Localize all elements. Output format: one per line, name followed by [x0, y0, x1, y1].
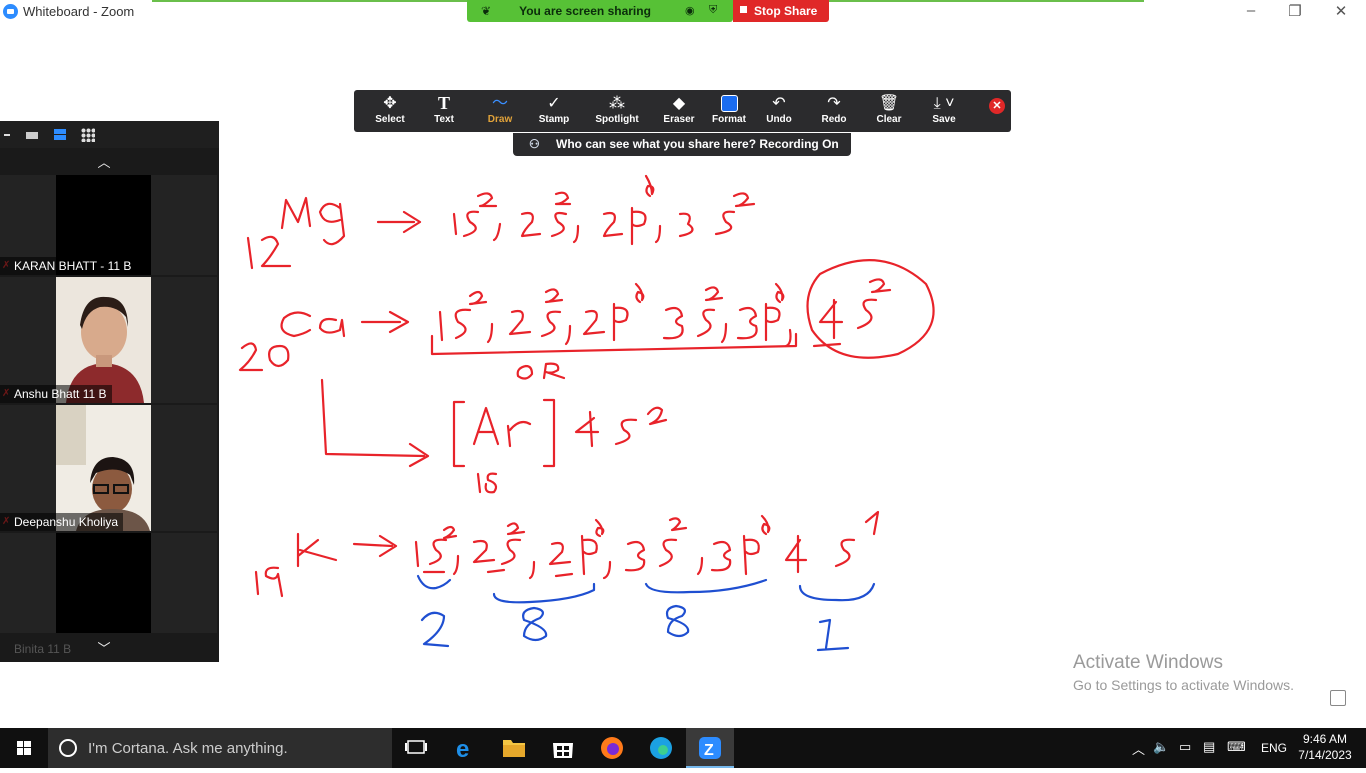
activate-windows-watermark: Activate Windows Go to Settings to activ… [1073, 652, 1294, 693]
text-icon: T [437, 93, 450, 113]
tool-label: Format [712, 114, 746, 125]
keyboard-icon[interactable]: ⌨ [1227, 739, 1246, 755]
edge-legacy-icon[interactable]: e [441, 728, 489, 768]
sharing-status-text: You are screen sharing [519, 4, 651, 18]
cortana-search-box[interactable]: I'm Cortana. Ask me anything. [48, 728, 392, 768]
draw-icon: 〜 [491, 95, 508, 112]
tool-stamp[interactable]: ✓ Stamp [526, 94, 582, 130]
task-view-icon[interactable] [392, 728, 440, 768]
clock-date: 7/14/2023 [1298, 748, 1352, 762]
screen-sharing-banner[interactable]: ❦ You are screen sharing ◉ ⛨ [467, 0, 733, 22]
tool-format[interactable]: Format [701, 94, 757, 130]
watermark-subtitle: Go to Settings to activate Windows. [1073, 677, 1294, 693]
participant-name-partial: Binita 11 B [14, 642, 72, 656]
tool-label: Save [932, 114, 956, 125]
tool-redo[interactable]: ↷ Redo [806, 94, 862, 130]
stop-icon [740, 6, 747, 13]
battery-icon[interactable]: ▭ [1179, 739, 1191, 755]
clock-time: 9:46 AM [1302, 732, 1348, 746]
start-button[interactable] [0, 728, 48, 768]
participant-tile[interactable]: ✗ Deepanshu Kholiya [0, 405, 217, 531]
svg-text:e: e [456, 736, 469, 763]
file-explorer-icon[interactable] [490, 728, 538, 768]
gallery-footer: Binita 11 B ﹀ [0, 633, 217, 661]
tool-draw[interactable]: 〜 Draw [472, 94, 528, 130]
participant-name: Deepanshu Kholiya [0, 513, 124, 531]
undo-icon: ↶ [772, 95, 786, 112]
minimize-view-icon[interactable] [4, 134, 10, 136]
blue-ink [416, 574, 876, 652]
clock[interactable]: 9:46 AM 7/14/2023 [1292, 731, 1358, 763]
zoom-app-icon [3, 4, 18, 19]
stop-share-button[interactable]: Stop Share [733, 0, 829, 22]
language-indicator[interactable]: ENG [1261, 741, 1287, 755]
red-ink [238, 174, 935, 598]
tool-label: Eraser [663, 114, 695, 125]
cortana-icon [59, 739, 77, 757]
format-icon [701, 94, 757, 113]
people-icon: ⚇ [529, 137, 540, 151]
tool-spotlight[interactable]: ⁂ Spotlight [589, 94, 645, 130]
gallery-view-icon[interactable] [81, 128, 95, 142]
minimize-icon[interactable]: – [1236, 2, 1266, 19]
tool-select[interactable]: ✥ Select [362, 94, 418, 130]
svg-text:Z: Z [704, 742, 714, 759]
strip-view-icon[interactable] [54, 129, 66, 140]
participant-tile[interactable] [0, 533, 217, 633]
chevron-down-icon[interactable]: ﹀ [94, 638, 114, 656]
participant-gallery: ︿ ✗ KARAN BHATT - 11 B ✗ Anshu Bhatt 11 … [0, 121, 219, 662]
firefox-icon[interactable] [588, 728, 636, 768]
annotation-toolbar: ✥ Select T Text 〜 Draw ✓ Stamp ⁂ Spotlig… [354, 90, 1011, 132]
close-toolbar-icon[interactable]: ✕ [989, 98, 1005, 114]
restore-icon[interactable]: ❐ [1280, 2, 1310, 20]
windows-taskbar: I'm Cortana. Ask me anything. e Z ︿ 🔈 ▭ … [0, 728, 1366, 768]
window-title: Whiteboard - Zoom [23, 4, 135, 19]
edge-icon[interactable] [637, 728, 685, 768]
video-off-area [56, 533, 151, 633]
zoom-taskbar-icon[interactable]: Z [686, 728, 734, 768]
tool-save[interactable]: ⤓ ˅ Save [916, 94, 972, 130]
tool-label: Stamp [538, 114, 570, 125]
tool-label: Undo [766, 114, 792, 125]
watermark-title: Activate Windows [1073, 652, 1223, 673]
participant-name: KARAN BHATT - 11 B [0, 257, 137, 275]
stop-share-label: Stop Share [754, 4, 818, 18]
participant-tile[interactable]: ✗ Anshu Bhatt 11 B [0, 277, 217, 403]
participant-tile[interactable]: ✗ KARAN BHATT - 11 B [0, 175, 217, 275]
tool-label: Clear [876, 114, 902, 125]
volume-icon[interactable]: 🔈 [1153, 739, 1169, 755]
tool-text[interactable]: T Text [416, 94, 472, 130]
eraser-icon: ◆ [672, 95, 686, 112]
window-titlebar: Whiteboard - Zoom ❦ You are screen shari… [0, 0, 1366, 24]
view-mode-bar [0, 121, 219, 148]
move-icon: ✥ [383, 95, 397, 112]
tool-label: Draw [487, 114, 513, 125]
save-icon: ⤓ ˅ [933, 95, 955, 112]
new-window-icon[interactable] [1330, 690, 1346, 706]
trash-icon: 🗑 [878, 95, 900, 112]
close-icon[interactable]: ✕ [1326, 2, 1356, 20]
shield-icon: ⛨ [709, 4, 718, 16]
tool-clear[interactable]: 🗑 Clear [861, 94, 917, 130]
tool-label: Select [375, 114, 405, 125]
tool-label: Text [434, 114, 454, 125]
recording-notice-text: Who can see what you share here? Recordi… [556, 137, 839, 151]
recording-notice-bar[interactable]: ⚇ Who can see what you share here? Recor… [513, 133, 851, 156]
timer-icon: ◉ [685, 5, 695, 17]
tool-label: Redo [821, 114, 847, 125]
store-icon[interactable] [539, 728, 587, 768]
participant-name: Anshu Bhatt 11 B [0, 385, 112, 403]
tool-eraser[interactable]: ◆ Eraser [651, 94, 707, 130]
speaker-view-icon[interactable] [26, 132, 38, 139]
tool-undo[interactable]: ↶ Undo [751, 94, 807, 130]
checkmark-icon: ✓ [547, 95, 561, 112]
show-hidden-icons[interactable]: ︿ [1132, 739, 1145, 758]
redo-icon: ↷ [827, 95, 841, 112]
chevron-up-icon[interactable]: ︿ [94, 152, 114, 170]
notification-icon[interactable]: ▤ [1203, 739, 1215, 755]
tool-label: Spotlight [595, 114, 639, 125]
windows-logo-icon [17, 741, 31, 755]
spotlight-icon: ⁂ [609, 95, 625, 112]
search-placeholder: I'm Cortana. Ask me anything. [88, 740, 288, 757]
